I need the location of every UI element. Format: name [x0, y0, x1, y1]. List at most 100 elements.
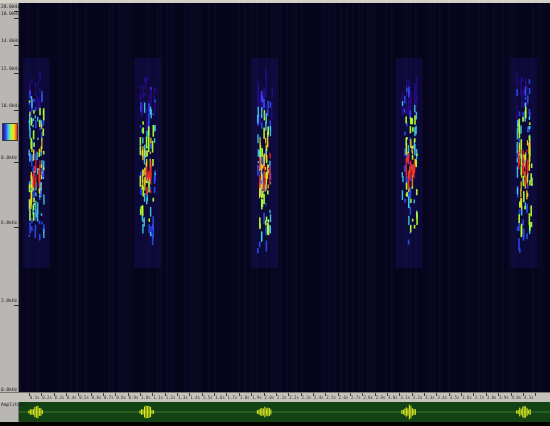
spectral-mark: [148, 224, 151, 234]
noise-column: [73, 3, 75, 392]
spectral-mark: [405, 157, 407, 168]
spectral-mark: [146, 130, 148, 138]
spectral-mark: [43, 229, 45, 239]
spectral-mark: [267, 219, 270, 223]
spectral-mark: [520, 166, 523, 176]
spectral-mark: [144, 181, 146, 186]
spectral-mark: [414, 144, 416, 156]
noise-column: [382, 3, 384, 392]
spectral-mark: [526, 204, 529, 210]
noise-column: [292, 3, 294, 392]
spectral-mark: [142, 121, 144, 125]
noise-column: [199, 3, 201, 392]
noise-column: [346, 3, 348, 392]
spectral-mark: [35, 159, 37, 169]
noise-column: [307, 3, 309, 392]
spectral-mark: [149, 206, 152, 217]
spectral-mark: [522, 90, 524, 94]
spectral-mark: [260, 163, 263, 172]
spectral-mark: [150, 137, 152, 144]
bird-call-2[interactable]: [134, 58, 161, 268]
spectral-mark: [411, 166, 414, 169]
spectral-mark: [522, 166, 524, 175]
spectral-mark: [34, 90, 37, 96]
spectral-mark: [143, 217, 145, 227]
bird-call-3[interactable]: [251, 58, 279, 268]
spectral-mark: [153, 186, 156, 193]
spectral-mark: [406, 87, 408, 93]
noise-column: [493, 3, 495, 392]
ruler-label: 0.1s: [29, 395, 40, 400]
noise-column: [352, 3, 354, 392]
spectrogram-view[interactable]: [19, 3, 550, 392]
spectral-mark: [269, 126, 272, 137]
noise-column: [220, 3, 222, 392]
spectral-mark: [257, 86, 259, 92]
spectral-mark: [518, 222, 520, 231]
spectral-mark: [154, 172, 156, 176]
spectral-mark: [28, 118, 31, 130]
waveform-area[interactable]: [19, 402, 550, 422]
spectral-mark: [528, 144, 530, 147]
spectral-mark: [522, 162, 524, 167]
spectrogram-canvas[interactable]: [19, 3, 550, 392]
spectral-mark: [269, 152, 271, 157]
ruler-label: 1.2s: [165, 395, 176, 400]
spectral-mark: [411, 218, 414, 222]
spectral-mark: [516, 127, 519, 140]
noise-column: [85, 3, 87, 392]
spectral-mark: [414, 115, 416, 125]
spectral-mark: [262, 92, 265, 98]
spectral-mark: [151, 140, 154, 153]
spectral-mark: [415, 84, 418, 88]
spectral-mark: [143, 193, 146, 202]
spectral-mark: [528, 157, 531, 163]
ruler-label: 1.1s: [153, 395, 164, 400]
spectral-mark: [154, 103, 156, 114]
spectral-mark: [149, 151, 151, 154]
noise-column: [295, 3, 297, 392]
spectral-mark: [259, 108, 261, 112]
waveform-canvas[interactable]: [19, 402, 550, 422]
spectral-mark: [524, 170, 527, 174]
spectral-mark: [142, 127, 145, 134]
noise-column: [64, 3, 66, 392]
bird-call-4[interactable]: [395, 58, 423, 268]
time-ruler[interactable]: 0.1s 0.2s 0.3s 0.4s 0.5s 0.6s 0.7s 0.8s 0.9s 1.0s…: [0, 392, 550, 402]
spectral-mark: [38, 234, 41, 241]
spectral-mark: [28, 106, 31, 112]
waveform-panel[interactable]: Amplitude: [0, 402, 550, 422]
spectral-mark: [520, 225, 523, 238]
bird-call-1[interactable]: [22, 58, 50, 268]
spectral-mark: [516, 120, 519, 128]
spectral-mark: [40, 213, 43, 216]
spectral-mark: [265, 226, 267, 232]
ruler-label: 1.0s: [141, 395, 151, 400]
noise-column: [481, 3, 483, 392]
bird-call-5[interactable]: [510, 58, 538, 268]
spectral-mark: [33, 98, 35, 102]
noise-column: [391, 3, 393, 392]
noise-column: [82, 3, 84, 392]
noise-column: [310, 3, 312, 392]
spectral-mark: [152, 227, 155, 239]
spectral-mark: [152, 113, 155, 116]
spectral-mark: [414, 89, 416, 96]
ruler-label: 2.6s: [338, 395, 349, 400]
spectral-mark: [29, 90, 31, 99]
spectral-mark: [32, 212, 35, 221]
noise-column: [127, 3, 129, 392]
noise-column: [163, 3, 165, 392]
ruler-label: 3.4s: [437, 395, 448, 400]
spectral-mark: [37, 202, 39, 215]
spectral-mark: [265, 216, 268, 222]
noise-column: [187, 3, 189, 392]
spectral-mark: [30, 117, 33, 126]
spectral-mark: [520, 181, 522, 191]
noise-column: [169, 3, 171, 392]
noise-column: [490, 3, 492, 392]
noise-column: [229, 3, 231, 392]
noise-column: [196, 3, 198, 392]
spectral-mark: [403, 165, 406, 172]
spectral-mark: [263, 193, 265, 205]
